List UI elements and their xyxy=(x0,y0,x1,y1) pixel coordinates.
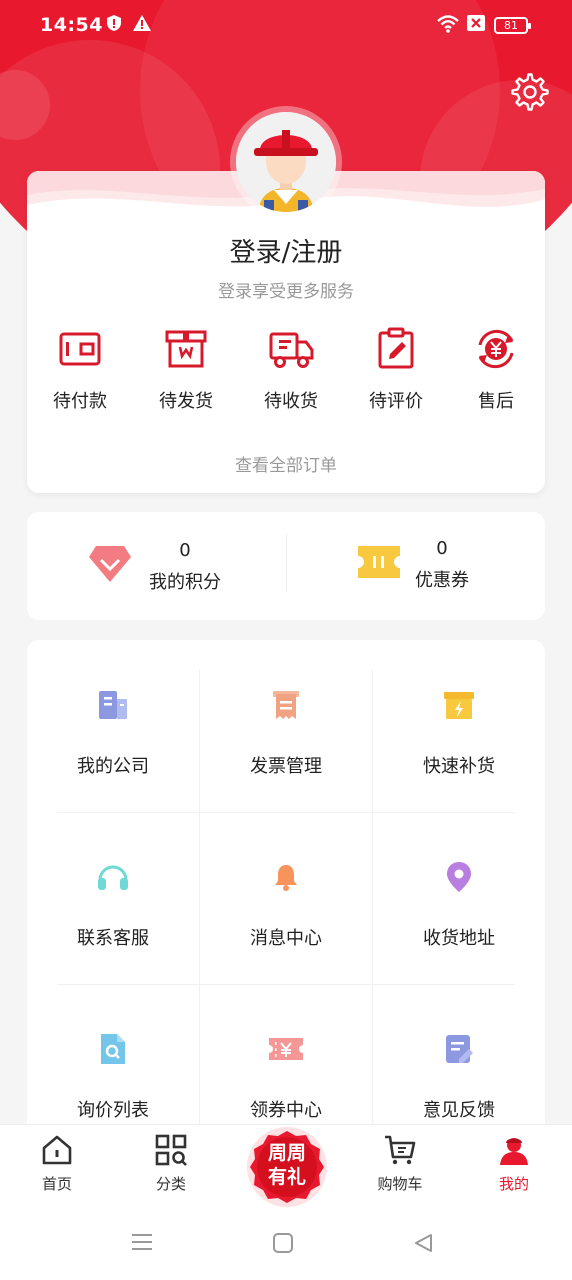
service-message-center[interactable]: 消息中心 xyxy=(200,812,372,984)
services-grid: 我的公司 发票管理 快速补货 联系客服 消息中心 收货地址 询价列表 领券中心 … xyxy=(27,640,545,1140)
cart-icon xyxy=(385,1135,416,1165)
points-divider xyxy=(286,534,287,592)
home-nav-icon[interactable] xyxy=(272,1232,294,1254)
system-navigation-bar xyxy=(0,1208,572,1280)
gem-icon xyxy=(89,546,131,582)
service-invoice-management[interactable]: 发票管理 xyxy=(200,640,372,812)
tab-home[interactable]: 首页 xyxy=(17,1133,97,1194)
ticket-icon xyxy=(358,546,400,578)
headset-icon xyxy=(98,865,128,890)
service-label: 联系客服 xyxy=(77,928,149,949)
tab-label: 分类 xyxy=(155,1175,186,1193)
wifi-icon xyxy=(436,14,460,39)
login-register-title[interactable]: 登录/注册 xyxy=(0,232,572,269)
my-coupons[interactable]: 0 优惠券 xyxy=(358,512,538,620)
tab-label: 购物车 xyxy=(377,1175,423,1193)
avatar[interactable] xyxy=(236,112,336,212)
service-label: 意见反馈 xyxy=(423,1100,495,1121)
order-status-row: 待付款 待发货 待收货 待评价 售后 xyxy=(27,325,545,425)
points-label: 我的积分 xyxy=(149,572,221,593)
package-icon xyxy=(165,330,207,368)
points-value: 0 xyxy=(179,540,191,561)
tab-category[interactable]: 分类 xyxy=(131,1133,211,1194)
tab-mine[interactable]: 我的 xyxy=(474,1133,554,1194)
box-bolt-icon xyxy=(444,692,474,719)
service-label: 收货地址 xyxy=(423,928,495,949)
order-pending-payment[interactable]: 待付款 xyxy=(30,325,130,413)
promo-weekly-gift-button[interactable]: 周周 有礼 xyxy=(245,1125,329,1209)
service-label: 领券中心 xyxy=(250,1100,322,1121)
order-label: 待评价 xyxy=(369,391,423,412)
tab-label: 我的 xyxy=(498,1175,529,1193)
receipt-icon xyxy=(273,691,299,719)
file-search-icon xyxy=(101,1034,125,1064)
service-label: 询价列表 xyxy=(77,1100,149,1121)
feedback-edit-icon xyxy=(446,1035,473,1063)
service-shipping-address[interactable]: 收货地址 xyxy=(373,812,545,984)
bell-icon xyxy=(275,865,297,891)
home-icon xyxy=(42,1135,72,1165)
settings-gear-icon[interactable] xyxy=(510,72,550,112)
menu-nav-icon[interactable] xyxy=(130,1232,154,1252)
battery-indicator: 81 xyxy=(494,17,531,34)
user-profile-icon xyxy=(500,1138,528,1165)
order-pending-receipt[interactable]: 待收货 xyxy=(241,325,341,413)
my-points[interactable]: 0 我的积分 xyxy=(88,512,288,620)
coupon-yuan-icon xyxy=(269,1038,303,1060)
service-label: 消息中心 xyxy=(250,928,322,949)
service-quick-restock[interactable]: 快速补货 xyxy=(373,640,545,812)
warning-icon xyxy=(132,14,152,37)
location-pin-icon xyxy=(447,862,471,892)
order-label: 待发货 xyxy=(159,391,213,412)
wallet-icon xyxy=(59,332,101,366)
category-grid-icon xyxy=(155,1134,187,1166)
service-label: 快速补货 xyxy=(423,756,495,777)
sim-disabled-icon xyxy=(466,14,486,37)
shield-alert-icon xyxy=(105,14,123,37)
yuan-refresh-icon xyxy=(478,329,514,369)
promo-line-1: 周周 xyxy=(267,1142,306,1164)
clipboard-pen-icon xyxy=(378,327,414,369)
order-after-sales[interactable]: 售后 xyxy=(446,325,546,413)
service-label: 发票管理 xyxy=(250,756,322,777)
login-subtitle: 登录享受更多服务 xyxy=(218,282,354,302)
tab-label: 首页 xyxy=(41,1175,72,1193)
order-pending-review[interactable]: 待评价 xyxy=(346,325,446,413)
building-icon xyxy=(99,691,127,719)
service-customer-support[interactable]: 联系客服 xyxy=(27,812,199,984)
tab-cart[interactable]: 购物车 xyxy=(360,1133,440,1194)
order-pending-shipment[interactable]: 待发货 xyxy=(136,325,236,413)
status-time: 14:54 xyxy=(40,14,103,36)
back-nav-icon[interactable] xyxy=(412,1232,434,1254)
truck-icon xyxy=(269,332,314,368)
view-all-orders-link[interactable]: 查看全部订单 xyxy=(0,451,572,476)
status-bar: 14:54 81 xyxy=(0,0,572,52)
service-label: 我的公司 xyxy=(77,756,149,777)
promo-line-2: 有礼 xyxy=(267,1166,306,1188)
worker-avatar-icon xyxy=(236,112,336,212)
order-label: 待收货 xyxy=(264,391,318,412)
service-my-company[interactable]: 我的公司 xyxy=(27,640,199,812)
order-label: 待付款 xyxy=(53,391,107,412)
coupons-label: 优惠券 xyxy=(415,570,469,591)
order-label: 售后 xyxy=(478,391,514,412)
coupons-value: 0 xyxy=(436,538,448,559)
